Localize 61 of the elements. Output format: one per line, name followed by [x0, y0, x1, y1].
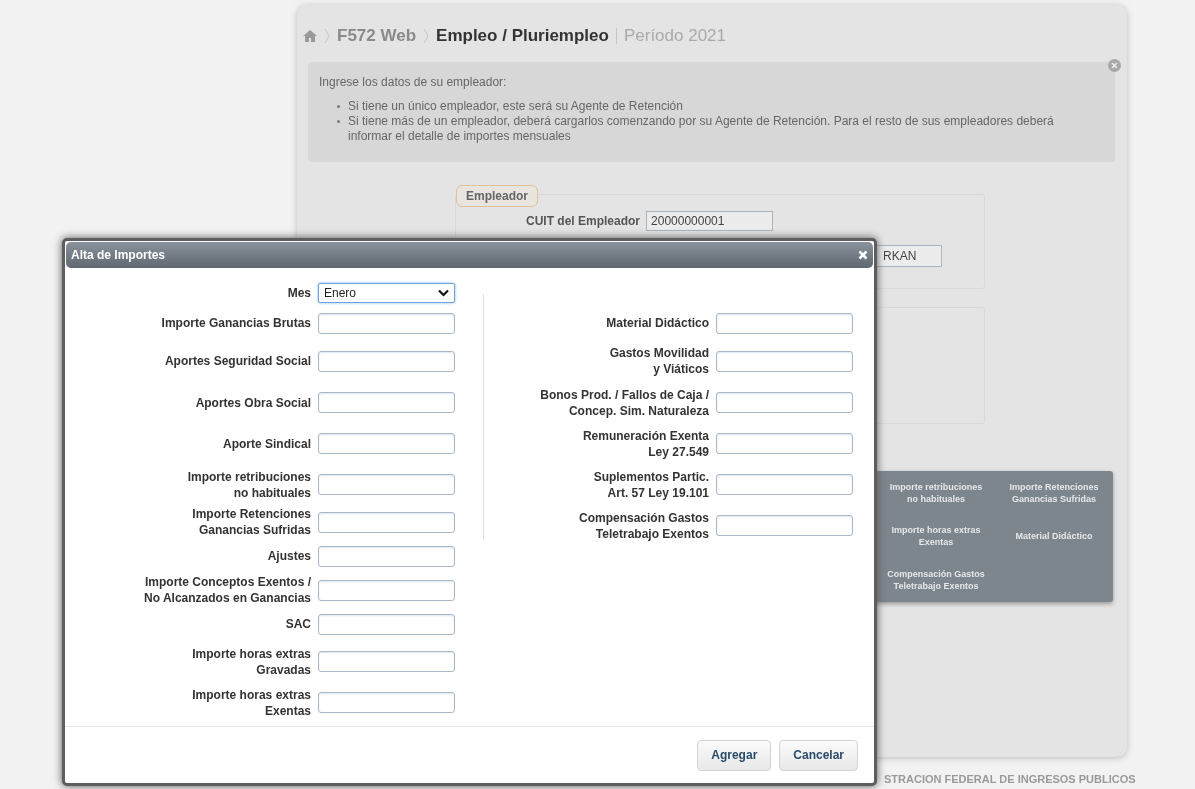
amount-input[interactable] — [716, 474, 853, 495]
column-header: Importe retribuciones no habituales — [888, 480, 984, 505]
field-label: Importe Retenciones Ganancias Sufridas — [191, 506, 312, 538]
chevron-down-icon — [438, 289, 449, 297]
field-label: SAC — [284, 616, 312, 632]
amount-input[interactable] — [318, 511, 455, 533]
field-label: Suplementos Partic. Art. 57 Ley 19.101 — [592, 468, 710, 501]
field-label: Importe Ganancias Brutas — [160, 315, 312, 331]
close-icon[interactable] — [1108, 59, 1121, 72]
info-text: Si tiene más de un empleador, deberá cargarlos comenzando por su Agente de Retención. Para el resto de sus empleadores deberá informar el detalle de importes mensuales — [348, 114, 1055, 144]
dialog-button[interactable]: Cancelar — [779, 739, 858, 771]
amount-input[interactable] — [716, 515, 853, 536]
field-label: Remuneración Exenta Ley 27.549 — [581, 427, 710, 460]
field-label: Importe retribuciones no habituales — [186, 468, 312, 501]
footer-text: STRACION FEDERAL DE INGRESOS PUBLICOS — [884, 772, 1136, 787]
fieldset-legend: Empleador — [456, 185, 538, 207]
amount-input[interactable] — [318, 545, 455, 567]
field-label: Importe horas extras Gravadas — [191, 645, 312, 678]
month-select[interactable]: Enero — [318, 283, 455, 303]
cuit-label: CUIT del Empleador — [526, 213, 641, 230]
amount-input[interactable] — [716, 433, 853, 454]
amount-input[interactable] — [318, 651, 455, 672]
dialog-title: Alta de Importes — [71, 247, 166, 264]
chevron-right-icon — [423, 27, 430, 44]
dialog-button[interactable]: Agregar — [697, 739, 772, 771]
amount-input[interactable] — [318, 433, 455, 454]
field-label: Aportes Seguridad Social — [163, 353, 312, 369]
amount-input[interactable] — [716, 350, 853, 372]
home-icon[interactable] — [303, 29, 317, 42]
column-header: Material Didáctico — [1014, 530, 1094, 543]
cuit-input[interactable]: 20000000001 — [646, 211, 774, 231]
field-label: Aportes Obra Social — [194, 394, 312, 411]
info-intro: Ingrese los datos de su empleador: — [319, 75, 508, 90]
field-label: Material Didáctico — [605, 315, 710, 331]
amount-input[interactable] — [318, 350, 455, 372]
field-label: Importe Conceptos Exentos / No Alcanzados en Ganancias — [143, 574, 312, 606]
amount-input[interactable] — [716, 392, 853, 413]
bullet-icon — [337, 105, 340, 108]
column-header: Compensación Gastos Teletrabajo Exentos — [886, 568, 986, 593]
amount-input[interactable] — [716, 312, 853, 334]
field-label: Ajustes — [266, 548, 312, 564]
field-label: Aporte Sindical — [222, 435, 312, 452]
amount-input[interactable] — [318, 474, 455, 495]
field-label: Gastos Movilidad y Viáticos — [608, 345, 710, 377]
amount-input[interactable] — [318, 579, 455, 601]
period-label: Período 2021 — [623, 24, 727, 47]
info-text: Si tiene un único empleador, este será su Agente de Retención — [348, 99, 683, 114]
amount-input[interactable] — [318, 613, 455, 635]
amount-input[interactable] — [318, 312, 455, 334]
field-label: Mes — [286, 285, 312, 301]
close-icon[interactable] — [858, 250, 868, 260]
amount-input[interactable] — [318, 392, 455, 413]
bullet-icon — [337, 120, 340, 123]
amount-input[interactable] — [318, 692, 455, 713]
breadcrumb-item: Empleo / Pluriempleo — [436, 24, 609, 47]
field-label: Importe horas extras Exentas — [191, 686, 312, 719]
field-label: Compensación Gastos Teletrabajo Exentos — [577, 509, 710, 542]
column-header: Importe horas extras Exentas — [890, 524, 982, 549]
chevron-right-icon — [324, 27, 330, 44]
field-label: Bonos Prod. / Fallos de Caja / Concep. Sim. Naturaleza — [539, 386, 710, 419]
column-header: Importe Retenciones Ganancias Sufridas — [1008, 480, 1100, 505]
